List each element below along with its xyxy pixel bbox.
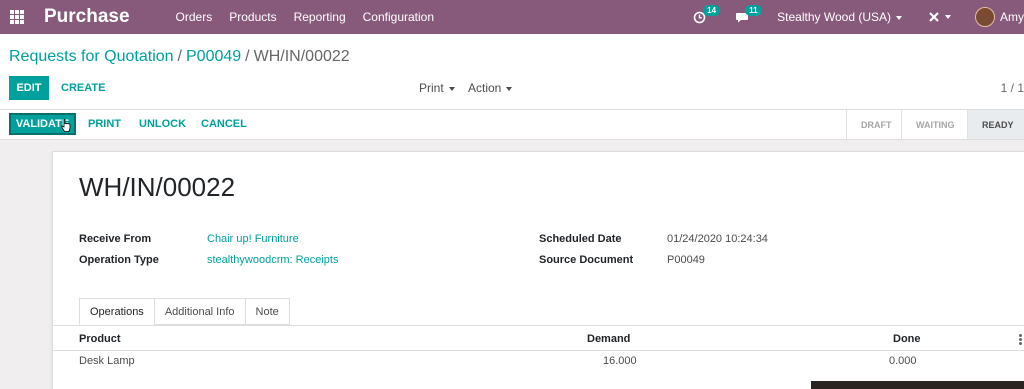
hand-cursor-icon — [61, 119, 71, 132]
action-dropdown[interactable]: Action — [468, 81, 513, 95]
row-product: Desk Lamp — [79, 355, 135, 367]
scheduled-date-value: 01/24/2020 10:24:34 — [667, 233, 768, 245]
print-button[interactable]: PRINT — [88, 118, 121, 130]
form-sheet: WH/IN/00022 Receive From Chair up! Furni… — [52, 151, 1024, 389]
chevron-down-icon — [896, 15, 902, 20]
messages-button[interactable]: 11 — [735, 5, 762, 25]
messages-count-badge: 11 — [745, 5, 762, 16]
avatar[interactable] — [975, 7, 995, 27]
unlock-button[interactable]: UNLOCK — [139, 118, 186, 130]
print-dropdown[interactable]: Print — [419, 81, 455, 95]
menu-orders[interactable]: Orders — [176, 10, 213, 24]
top-navbar: Purchase Orders Products Reporting Confi… — [0, 0, 1024, 34]
edit-button[interactable]: EDIT — [9, 76, 49, 100]
action-dropdown-label: Action — [468, 81, 502, 95]
apps-menu-icon[interactable] — [10, 10, 24, 24]
column-options-icon[interactable] — [1019, 334, 1022, 345]
receive-from-value[interactable]: Chair up! Furniture — [207, 233, 299, 245]
record-title: WH/IN/00022 — [79, 172, 236, 202]
table-header: Product Demand Done — [53, 325, 1024, 351]
column-done[interactable]: Done — [893, 333, 921, 345]
stage-ready: READY — [967, 110, 1024, 139]
breadcrumb-current: WH/IN/00022 — [253, 48, 350, 65]
tools-icon — [929, 12, 939, 22]
column-demand[interactable]: Demand — [587, 333, 630, 345]
notebook-tabs: Operations Additional Info Note — [79, 298, 290, 325]
status-stages: DRAFT WAITING READY — [846, 110, 1024, 139]
stage-waiting: WAITING — [901, 110, 967, 139]
app-title: Purchase — [44, 6, 130, 27]
scheduled-date-label: Scheduled Date — [539, 233, 622, 245]
breadcrumb-separator: / — [245, 48, 250, 65]
stage-draft: DRAFT — [846, 110, 901, 139]
row-done: 0.000 — [889, 355, 917, 367]
menu-products[interactable]: Products — [229, 10, 276, 24]
chevron-down-icon — [506, 86, 513, 91]
tab-operations[interactable]: Operations — [79, 298, 155, 325]
breadcrumb-po[interactable]: P00049 — [186, 48, 241, 65]
breadcrumb-rfq[interactable]: Requests for Quotation — [9, 48, 174, 65]
cancel-button[interactable]: CANCEL — [201, 118, 247, 130]
operation-type-value[interactable]: stealthywoodcrm: Receipts — [207, 254, 338, 266]
breadcrumb-separator: / — [177, 48, 182, 65]
overlay-strip — [811, 381, 1024, 389]
control-panel: Requests for Quotation / P00049/WH/IN/0002… — [0, 34, 1024, 110]
chevron-down-icon — [945, 15, 951, 19]
debug-menu[interactable] — [928, 11, 951, 23]
source-document-label: Source Document — [539, 254, 634, 266]
tab-additional-info[interactable]: Additional Info — [153, 298, 246, 325]
create-button[interactable]: CREATE — [61, 82, 105, 94]
company-name: Stealthy Wood (USA) — [777, 10, 891, 24]
tab-note[interactable]: Note — [244, 298, 290, 325]
company-switcher[interactable]: Stealthy Wood (USA) — [777, 10, 902, 24]
activity-button[interactable]: 14 — [693, 5, 721, 25]
pager-value[interactable]: 1 / 1 — [1001, 81, 1024, 95]
status-header: VALIDATE PRINT UNLOCK CANCEL DRAFT WAITI… — [0, 110, 1024, 140]
menu-configuration[interactable]: Configuration — [363, 10, 434, 24]
chevron-down-icon — [448, 86, 455, 91]
user-name[interactable]: Amy- — [1000, 10, 1024, 24]
column-product[interactable]: Product — [79, 333, 121, 345]
activity-count-badge: 14 — [703, 5, 721, 16]
print-dropdown-label: Print — [419, 81, 444, 95]
row-demand: 16.000 — [603, 355, 637, 367]
operation-type-label: Operation Type — [79, 254, 159, 266]
source-document-value: P00049 — [667, 254, 705, 266]
breadcrumb: Requests for Quotation / P00049/WH/IN/0002… — [9, 48, 350, 66]
receive-from-label: Receive From — [79, 233, 152, 245]
menu-reporting[interactable]: Reporting — [294, 10, 346, 24]
